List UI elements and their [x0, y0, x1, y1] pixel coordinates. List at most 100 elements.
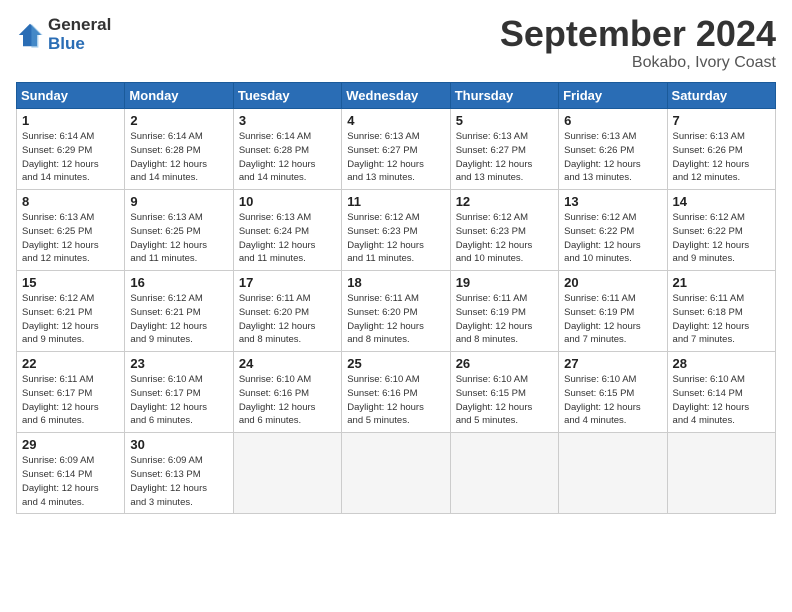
day-info: Sunrise: 6:13 AM Sunset: 6:25 PM Dayligh… — [130, 211, 227, 266]
day-number: 22 — [22, 356, 119, 371]
day-info: Sunrise: 6:11 AM Sunset: 6:20 PM Dayligh… — [347, 292, 444, 347]
day-info: Sunrise: 6:09 AM Sunset: 6:13 PM Dayligh… — [130, 454, 227, 509]
calendar-week-row: 1Sunrise: 6:14 AM Sunset: 6:29 PM Daylig… — [17, 109, 776, 190]
day-info: Sunrise: 6:11 AM Sunset: 6:18 PM Dayligh… — [673, 292, 770, 347]
table-row: 25Sunrise: 6:10 AM Sunset: 6:16 PM Dayli… — [342, 352, 450, 433]
day-number: 4 — [347, 113, 444, 128]
day-number: 9 — [130, 194, 227, 209]
calendar: Sunday Monday Tuesday Wednesday Thursday… — [16, 82, 776, 514]
day-number: 28 — [673, 356, 770, 371]
table-row: 21 Sunrise: 6:11 AM Sunset: 6:18 PM Dayli… — [667, 271, 775, 352]
day-number: 27 — [564, 356, 661, 371]
day-number: 10 — [239, 194, 336, 209]
logo-blue: Blue — [48, 35, 111, 54]
day-info: Sunrise: 6:13 AM Sunset: 6:26 PM Dayligh… — [673, 130, 770, 185]
calendar-week-row: 29 Sunrise: 6:09 AM Sunset: 6:14 PM Dayli… — [17, 433, 776, 514]
col-tuesday: Tuesday — [233, 83, 341, 109]
day-info: Sunrise: 6:10 AM Sunset: 6:15 PM Dayligh… — [564, 373, 661, 428]
day-number: 8 — [22, 194, 119, 209]
table-row: 5 Sunrise: 6:13 AM Sunset: 6:27 PM Daylig… — [450, 109, 558, 190]
day-number: 16 — [130, 275, 227, 290]
table-row: 18 Sunrise: 6:11 AM Sunset: 6:20 PM Dayli… — [342, 271, 450, 352]
table-row: 17Sunrise: 6:11 AM Sunset: 6:20 PM Dayli… — [233, 271, 341, 352]
col-friday: Friday — [559, 83, 667, 109]
table-row: 26 Sunrise: 6:10 AM Sunset: 6:15 PM Dayli… — [450, 352, 558, 433]
day-info: Sunrise: 6:12 AM Sunset: 6:21 PM Dayligh… — [22, 292, 119, 347]
day-info: Sunrise: 6:14 AM Sunset: 6:29 PM Dayligh… — [22, 130, 119, 185]
day-info: Sunrise: 6:14 AM Sunset: 6:28 PM Dayligh… — [239, 130, 336, 185]
table-row: 10 Sunrise: 6:13 AM Sunset: 6:24 PM Dayli… — [233, 190, 341, 271]
table-row — [667, 433, 775, 514]
day-info: Sunrise: 6:10 AM Sunset: 6:14 PM Dayligh… — [673, 373, 770, 428]
day-info: Sunrise: 6:13 AM Sunset: 6:27 PM Dayligh… — [347, 130, 444, 185]
table-row: 6Sunrise: 6:13 AM Sunset: 6:26 PM Daylig… — [559, 109, 667, 190]
calendar-week-row: 22Sunrise: 6:11 AM Sunset: 6:17 PM Dayli… — [17, 352, 776, 433]
day-number: 11 — [347, 194, 444, 209]
table-row: 20 Sunrise: 6:11 AM Sunset: 6:19 PM Dayli… — [559, 271, 667, 352]
day-info: Sunrise: 6:09 AM Sunset: 6:14 PM Dayligh… — [22, 454, 119, 509]
table-row: 1Sunrise: 6:14 AM Sunset: 6:29 PM Daylig… — [17, 109, 125, 190]
table-row: 16Sunrise: 6:12 AM Sunset: 6:21 PM Dayli… — [125, 271, 233, 352]
day-number: 14 — [673, 194, 770, 209]
day-info: Sunrise: 6:12 AM Sunset: 6:23 PM Dayligh… — [347, 211, 444, 266]
day-number: 29 — [22, 437, 119, 452]
day-info: Sunrise: 6:11 AM Sunset: 6:19 PM Dayligh… — [564, 292, 661, 347]
calendar-header-row: Sunday Monday Tuesday Wednesday Thursday… — [17, 83, 776, 109]
day-info: Sunrise: 6:13 AM Sunset: 6:27 PM Dayligh… — [456, 130, 553, 185]
day-info: Sunrise: 6:10 AM Sunset: 6:17 PM Dayligh… — [130, 373, 227, 428]
day-number: 6 — [564, 113, 661, 128]
day-number: 5 — [456, 113, 553, 128]
table-row: 13Sunrise: 6:12 AM Sunset: 6:22 PM Dayli… — [559, 190, 667, 271]
day-number: 20 — [564, 275, 661, 290]
day-number: 19 — [456, 275, 553, 290]
table-row — [342, 433, 450, 514]
day-number: 30 — [130, 437, 227, 452]
day-info: Sunrise: 6:10 AM Sunset: 6:15 PM Dayligh… — [456, 373, 553, 428]
table-row: 3 Sunrise: 6:14 AM Sunset: 6:28 PM Daylig… — [233, 109, 341, 190]
title-block: September 2024 Bokabo, Ivory Coast — [500, 16, 776, 72]
day-number: 21 — [673, 275, 770, 290]
day-info: Sunrise: 6:13 AM Sunset: 6:24 PM Dayligh… — [239, 211, 336, 266]
month-title: September 2024 — [500, 16, 776, 52]
table-row: 11 Sunrise: 6:12 AM Sunset: 6:23 PM Dayli… — [342, 190, 450, 271]
day-number: 26 — [456, 356, 553, 371]
table-row: 9 Sunrise: 6:13 AM Sunset: 6:25 PM Daylig… — [125, 190, 233, 271]
col-sunday: Sunday — [17, 83, 125, 109]
col-thursday: Thursday — [450, 83, 558, 109]
table-row: 27 Sunrise: 6:10 AM Sunset: 6:15 PM Dayli… — [559, 352, 667, 433]
table-row: 30 Sunrise: 6:09 AM Sunset: 6:13 PM Dayli… — [125, 433, 233, 514]
table-row: 7 Sunrise: 6:13 AM Sunset: 6:26 PM Daylig… — [667, 109, 775, 190]
table-row: 14Sunrise: 6:12 AM Sunset: 6:22 PM Dayli… — [667, 190, 775, 271]
day-number: 3 — [239, 113, 336, 128]
day-number: 7 — [673, 113, 770, 128]
table-row: 2Sunrise: 6:14 AM Sunset: 6:28 PM Daylig… — [125, 109, 233, 190]
day-number: 15 — [22, 275, 119, 290]
logo-text: General Blue — [48, 16, 111, 53]
table-row: 29 Sunrise: 6:09 AM Sunset: 6:14 PM Dayli… — [17, 433, 125, 514]
page-header: General Blue September 2024 Bokabo, Ivor… — [16, 16, 776, 72]
col-monday: Monday — [125, 83, 233, 109]
table-row: 24 Sunrise: 6:10 AM Sunset: 6:16 PM Dayli… — [233, 352, 341, 433]
table-row — [559, 433, 667, 514]
col-saturday: Saturday — [667, 83, 775, 109]
day-number: 18 — [347, 275, 444, 290]
logo: General Blue — [16, 16, 111, 53]
calendar-week-row: 8 Sunrise: 6:13 AM Sunset: 6:25 PM Daylig… — [17, 190, 776, 271]
day-number: 13 — [564, 194, 661, 209]
day-number: 25 — [347, 356, 444, 371]
day-info: Sunrise: 6:11 AM Sunset: 6:20 PM Dayligh… — [239, 292, 336, 347]
day-number: 12 — [456, 194, 553, 209]
table-row: 22Sunrise: 6:11 AM Sunset: 6:17 PM Dayli… — [17, 352, 125, 433]
table-row — [233, 433, 341, 514]
day-info: Sunrise: 6:13 AM Sunset: 6:25 PM Dayligh… — [22, 211, 119, 266]
day-number: 24 — [239, 356, 336, 371]
day-info: Sunrise: 6:12 AM Sunset: 6:23 PM Dayligh… — [456, 211, 553, 266]
table-row: 4 Sunrise: 6:13 AM Sunset: 6:27 PM Daylig… — [342, 109, 450, 190]
logo-general: General — [48, 16, 111, 35]
logo-icon — [16, 21, 44, 49]
day-info: Sunrise: 6:10 AM Sunset: 6:16 PM Dayligh… — [239, 373, 336, 428]
calendar-week-row: 15 Sunrise: 6:12 AM Sunset: 6:21 PM Dayli… — [17, 271, 776, 352]
location-title: Bokabo, Ivory Coast — [500, 54, 776, 72]
day-info: Sunrise: 6:11 AM Sunset: 6:19 PM Dayligh… — [456, 292, 553, 347]
table-row: 15 Sunrise: 6:12 AM Sunset: 6:21 PM Dayli… — [17, 271, 125, 352]
